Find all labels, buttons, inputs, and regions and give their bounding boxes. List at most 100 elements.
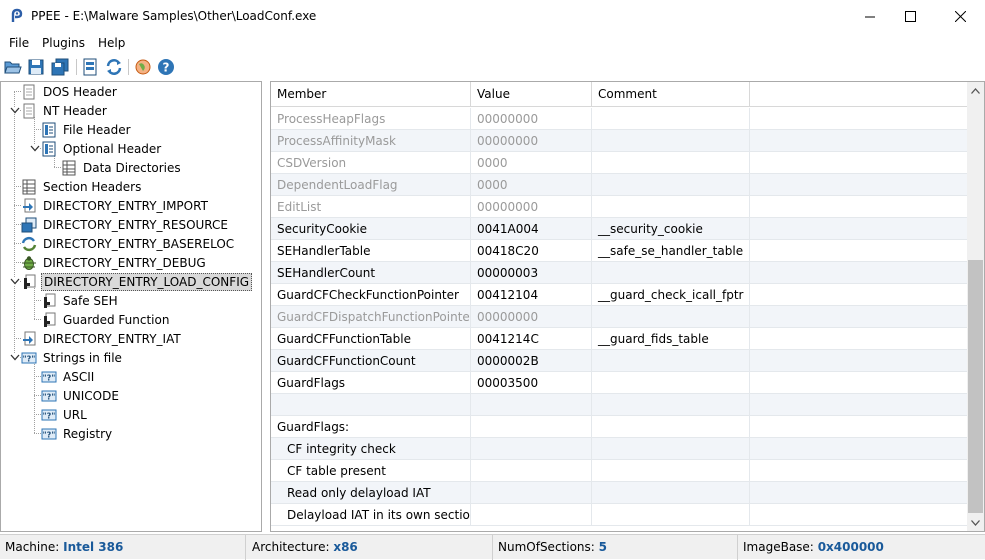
scroll-up-button[interactable] (967, 82, 984, 99)
menu-file[interactable]: File (9, 36, 29, 50)
tree-node[interactable]: Optional Header (41, 139, 163, 158)
strings-icon: "?" (21, 352, 37, 363)
cell-value: 00000000 (471, 108, 592, 130)
tree-node[interactable]: DOS Header (21, 82, 119, 101)
menu-help[interactable]: Help (98, 36, 125, 50)
tree-connector (34, 288, 35, 319)
tree-connector (14, 224, 21, 225)
tree-node[interactable]: "?" UNICODE (41, 386, 121, 405)
table-row[interactable]: SEHandlerTable 00418C20 __safe_se_handler_… (271, 240, 967, 262)
table-row[interactable]: GuardCFDispatchFunctionPointer 00000000 (271, 306, 967, 328)
cell-comment (592, 460, 750, 482)
tree-connector (14, 338, 21, 339)
table-row[interactable]: SEHandlerCount 00000003 (271, 262, 967, 284)
status-bar: Machine: Intel 386 Architecture: x86 Num… (0, 534, 985, 560)
tree-expander[interactable] (10, 101, 20, 120)
table-row[interactable]: CF table present (271, 460, 967, 482)
tree-node[interactable]: "?" URL (41, 405, 89, 424)
ppee-logo-icon (11, 8, 23, 22)
tree-node[interactable]: DIRECTORY_ENTRY_RESOURCE (21, 215, 230, 234)
strings-icon: "?" (41, 409, 57, 420)
table-row[interactable]: DependentLoadFlag 0000 (271, 174, 967, 196)
column-header-comment[interactable]: Comment (592, 82, 750, 107)
hex-view-icon[interactable] (81, 58, 99, 76)
tree-node[interactable]: Section Headers (21, 177, 143, 196)
tree-expander[interactable] (10, 272, 20, 291)
table-row[interactable]: Delayload IAT in its own section (271, 504, 967, 526)
table-row[interactable]: CF integrity check (271, 438, 967, 460)
menu-plugins[interactable]: Plugins (42, 36, 85, 50)
tree-node[interactable]: DIRECTORY_ENTRY_LOAD_CONFIG (21, 272, 253, 291)
column-header-member[interactable]: Member (271, 82, 471, 107)
table-row[interactable] (271, 394, 967, 416)
maximize-button[interactable] (887, 0, 933, 33)
tree-node[interactable]: DIRECTORY_ENTRY_BASERELOC (21, 234, 236, 253)
table-row[interactable]: ProcessHeapFlags 00000000 (271, 108, 967, 130)
tree-node[interactable]: DIRECTORY_ENTRY_DEBUG (21, 253, 208, 272)
minimize-icon (865, 16, 875, 17)
chevron-down-icon (971, 519, 980, 526)
table-row[interactable]: SecurityCookie 0041A004 __security_cookie (271, 218, 967, 240)
table-row[interactable]: GuardFlags: (271, 416, 967, 438)
tree-expander[interactable] (10, 348, 20, 367)
grid-header: Member Value Comment (271, 82, 967, 107)
cell-value (471, 416, 592, 438)
menu-bar: File Plugins Help (0, 33, 985, 53)
cell-value (471, 460, 592, 482)
tree-node[interactable]: DIRECTORY_ENTRY_IAT (21, 329, 183, 348)
tree-node[interactable]: Data Directories (61, 158, 183, 177)
refresh-icon[interactable] (105, 58, 123, 76)
bug-icon (22, 255, 36, 270)
member-grid[interactable]: Member Value Comment ProcessHeapFlags 000… (270, 81, 985, 532)
cell-member: SEHandlerCount (271, 262, 471, 284)
status-imagebase-value: 0x400000 (817, 540, 884, 554)
tree-node[interactable]: "?" Strings in file (21, 348, 124, 367)
save-all-icon[interactable] (51, 58, 69, 76)
cell-comment (592, 262, 750, 284)
strings-icon: "?" (41, 428, 57, 439)
open-folder-icon[interactable] (4, 58, 22, 76)
tree-node[interactable]: "?" Registry (41, 424, 114, 443)
scroll-down-button[interactable] (967, 514, 984, 531)
tree-node[interactable]: File Header (41, 120, 133, 139)
tree-node[interactable]: "?" ASCII (41, 367, 96, 386)
tree-connector (14, 262, 21, 263)
save-icon[interactable] (27, 58, 45, 76)
table-row[interactable]: Read only delayload IAT (271, 482, 967, 504)
cell-member: GuardCFCheckFunctionPointer (271, 284, 471, 306)
table-row[interactable]: GuardCFCheckFunctionPointer 00412104 __gua… (271, 284, 967, 306)
grid-icon (62, 160, 76, 175)
cell-value: 00000000 (471, 130, 592, 152)
vertical-scrollbar[interactable] (967, 82, 984, 531)
tree-connector (54, 167, 61, 168)
table-row[interactable]: GuardFlags 00003500 (271, 372, 967, 394)
web-lookup-icon[interactable] (134, 58, 152, 76)
scrollbar-thumb[interactable] (968, 260, 983, 513)
cell-comment (592, 372, 750, 394)
tree-node[interactable]: DIRECTORY_ENTRY_IMPORT (21, 196, 210, 215)
cell-member: GuardCFFunctionCount (271, 350, 471, 372)
tree-node-label: Optional Header (63, 141, 162, 156)
svg-text:?: ? (163, 61, 170, 75)
column-header-value[interactable]: Value (471, 82, 592, 107)
tree-node[interactable]: Safe SEH (41, 291, 120, 310)
cell-member: ProcessHeapFlags (271, 108, 471, 130)
svg-text:"?": "?" (43, 411, 56, 420)
cell-value: 0000 (471, 152, 592, 174)
table-row[interactable]: ProcessAffinityMask 00000000 (271, 130, 967, 152)
help-icon[interactable]: ? (157, 58, 175, 76)
close-button[interactable] (937, 0, 983, 33)
tree-node[interactable]: Guarded Function (41, 310, 171, 329)
tree-node[interactable]: NT Header (21, 101, 109, 120)
structure-tree[interactable]: DOS Header NT Header File Header Optional H… (0, 81, 262, 532)
table-row[interactable]: GuardCFFunctionTable 0041214C __guard_fids… (271, 328, 967, 350)
table-row[interactable]: GuardCFFunctionCount 0000002B (271, 350, 967, 372)
tree-expander[interactable] (30, 139, 40, 158)
status-sections-value: 5 (598, 540, 608, 554)
table-row[interactable]: CSDVersion 0000 (271, 152, 967, 174)
cell-comment (592, 174, 750, 196)
tree-connector (34, 300, 41, 301)
table-row[interactable]: EditList 00000000 (271, 196, 967, 218)
chevron-up-icon (971, 87, 980, 94)
cell-comment (592, 482, 750, 504)
